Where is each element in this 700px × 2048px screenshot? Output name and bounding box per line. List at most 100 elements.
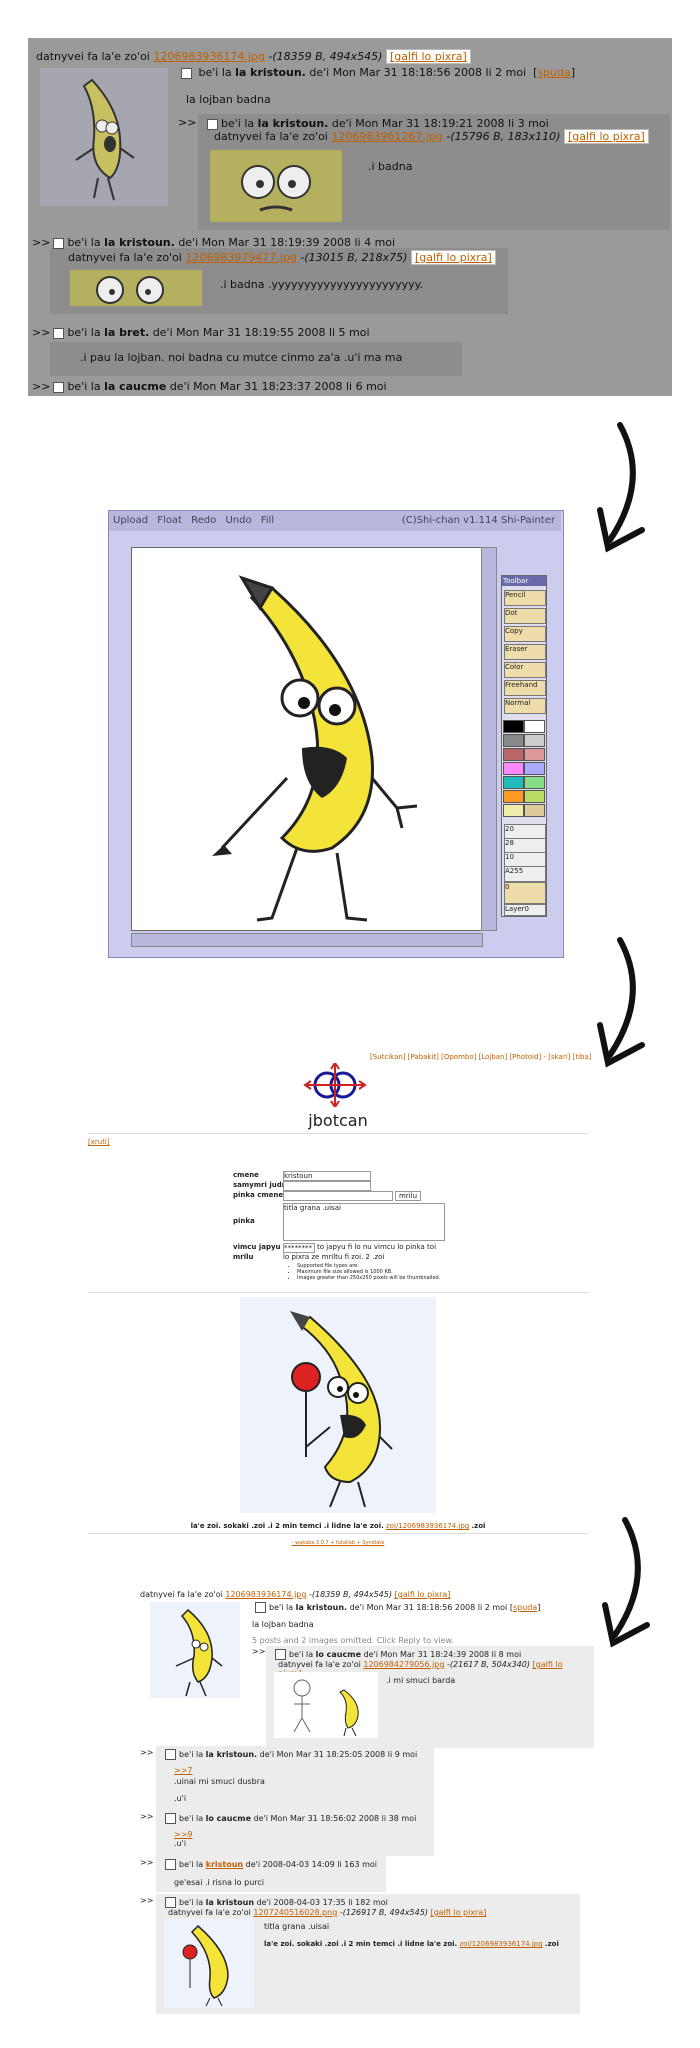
comment-field[interactable]: titla grana .uisai xyxy=(283,1203,445,1241)
copy-tool[interactable]: Copy xyxy=(504,626,546,642)
color-swatch[interactable] xyxy=(503,734,524,747)
reply-arrow: >> xyxy=(140,1812,154,1821)
t2-reply-1-thumbnail[interactable] xyxy=(274,1672,378,1738)
color-swatch[interactable] xyxy=(524,776,545,789)
op2-google-link[interactable]: [galfi lo pixra] xyxy=(395,1590,451,1599)
divider xyxy=(88,1292,588,1293)
horizontal-scrollbar[interactable] xyxy=(131,933,483,947)
t2-reply-5-checkbox[interactable] xyxy=(165,1897,176,1908)
eraser-tool[interactable]: Eraser xyxy=(504,644,546,660)
arrow-down-icon xyxy=(597,937,645,1068)
subject-field[interactable] xyxy=(283,1191,393,1201)
op-thumbnail[interactable] xyxy=(40,68,168,206)
op-file-link[interactable]: 1206983936174.jpg xyxy=(153,50,265,63)
upload-button[interactable]: Upload xyxy=(113,515,148,526)
pencil-tool[interactable]: Pencil xyxy=(504,590,546,606)
color-swatch[interactable] xyxy=(503,748,524,761)
op-google-link[interactable]: [galfi lo pixra] xyxy=(385,49,471,64)
arrow-down-icon xyxy=(602,1517,650,1648)
t2-reply-1-checkbox[interactable] xyxy=(275,1649,286,1660)
t2-reply-2: be'i la la kristoun. de'i Mon Mar 31 18:… xyxy=(156,1746,434,1812)
reply-2-text: .i badna .yyyyyyyyyyyyyyyyyyyyyyy. xyxy=(220,278,424,291)
t2-reply-5-caption-link[interactable]: zoi/1206983936174.jpg xyxy=(459,1940,542,1948)
color-swatch[interactable] xyxy=(503,776,524,789)
op-checkbox[interactable] xyxy=(181,67,192,79)
color-swatch[interactable] xyxy=(503,762,524,775)
color-swatch[interactable] xyxy=(524,804,545,817)
color-tool[interactable]: Color xyxy=(504,662,546,678)
reply-2-file-link[interactable]: 1206983979477.jpg xyxy=(185,251,297,264)
op2-thumbnail[interactable] xyxy=(150,1602,240,1698)
banana-face-image xyxy=(241,165,311,212)
t2-reply-4-name-link[interactable]: kristoun xyxy=(206,1860,243,1869)
email-field[interactable] xyxy=(283,1181,371,1191)
reply-1-file-link[interactable]: 1206983961267.jpg xyxy=(331,130,443,143)
thread-screenshot-2: datnyvei fa la'e zo'oi 1206983936174.jpg… xyxy=(140,1590,600,2014)
t2-reply-3: be'i la lo caucme de'i Mon Mar 31 18:56:… xyxy=(156,1810,434,1856)
t2-reply-5-google-link[interactable]: [galfi lo pixra] xyxy=(430,1908,486,1917)
color-swatch[interactable] xyxy=(524,762,545,775)
reply-1-checkbox[interactable] xyxy=(207,118,218,130)
name-field[interactable]: kristoun xyxy=(283,1171,371,1181)
toolbar-title: Toolbar xyxy=(502,576,546,586)
post-form: cmene kristoun samymri judri pinka cmene… xyxy=(233,1171,453,1281)
color-swatch[interactable] xyxy=(524,720,545,733)
reply-2-checkbox[interactable] xyxy=(53,237,65,249)
undo-button[interactable]: Undo xyxy=(225,515,251,526)
color-swatch[interactable] xyxy=(524,790,545,803)
banana-with-balloon-image xyxy=(290,1311,393,1508)
t2-reply-4-checkbox[interactable] xyxy=(165,1859,176,1870)
vertical-scrollbar[interactable] xyxy=(481,547,497,931)
email-label: samymri judri xyxy=(233,1181,288,1189)
t2-reply-5-thumbnail[interactable] xyxy=(164,1918,254,2008)
op2-checkbox[interactable] xyxy=(255,1602,266,1613)
reply-4-checkbox[interactable] xyxy=(53,381,65,393)
submit-button[interactable]: mrilu xyxy=(395,1191,422,1201)
fill-button[interactable]: Fill xyxy=(261,515,274,526)
caption-link[interactable]: zoi/1206983936174.jpg xyxy=(386,1522,469,1530)
op-header: be'i la la kristoun. de'i Mon Mar 31 18:… xyxy=(178,66,575,79)
op2-file-line: datnyvei fa la'e zo'oi 1206983936174.jpg… xyxy=(140,1590,451,1599)
t2-reply-2-checkbox[interactable] xyxy=(165,1749,176,1760)
color-swatch[interactable] xyxy=(503,720,524,733)
banana-drawing xyxy=(212,575,418,922)
color-swatch[interactable] xyxy=(524,748,545,761)
drawing-canvas[interactable] xyxy=(131,547,483,931)
tool-palette: Toolbar Pencil Dot Copy Eraser Color Fre… xyxy=(501,575,547,917)
shi-credit: (C)Shi-chan v1.114 Shi-Painter xyxy=(401,515,555,526)
dot-tool[interactable]: Dot xyxy=(504,608,546,624)
t2-reply-1-file-link[interactable]: 1206984279056.jpg xyxy=(363,1660,444,1669)
slider-5[interactable]: 0 xyxy=(504,882,546,904)
password-field[interactable]: ******** xyxy=(283,1243,315,1253)
freehand-tool[interactable]: Freehand xyxy=(504,680,546,696)
back-link[interactable]: [xruti] xyxy=(88,1138,110,1146)
reply-2-thumbnail[interactable] xyxy=(70,270,202,306)
top-links[interactable]: [Sutcikan] [Pabakit] [Opombo] [Lojban] [… xyxy=(370,1053,592,1061)
op-reply-link[interactable]: spuda xyxy=(537,66,570,79)
t2-reply-3-quote[interactable]: >>9 xyxy=(174,1830,428,1839)
normal-tool[interactable]: Normal xyxy=(504,698,546,714)
t2-reply-2-quote[interactable]: >>7 xyxy=(174,1766,428,1775)
t2-reply-5-file-link[interactable]: 1207240516028.png xyxy=(253,1908,337,1917)
float-button[interactable]: Float xyxy=(157,515,182,526)
reply-1-thumbnail[interactable] xyxy=(210,150,342,222)
reply-2-google-link[interactable]: [galfi lo pixra] xyxy=(410,250,496,265)
t2-reply-3-header: be'i la lo caucme de'i Mon Mar 31 18:56:… xyxy=(162,1813,428,1824)
t2-reply-5-caption: la'e zoi. sokaki .zoi .i 2 min temci .i … xyxy=(264,1940,559,1948)
layer-selector[interactable]: Layer0 xyxy=(504,904,546,916)
alpha-slider[interactable]: A255 xyxy=(504,866,546,882)
op-text: la lojban badna xyxy=(186,93,271,106)
reply-arrow: >> xyxy=(252,1647,266,1656)
color-swatch[interactable] xyxy=(503,804,524,817)
op2-reply-link[interactable]: spuda xyxy=(513,1603,537,1612)
color-swatch[interactable] xyxy=(503,790,524,803)
reply-1-google-link[interactable]: [galfi lo pixra] xyxy=(563,129,649,144)
footer-links[interactable]: - wakaba 3.0.7 + futallab + Syndiate xyxy=(0,1540,676,1546)
op2-file-link[interactable]: 1206983936174.jpg xyxy=(225,1590,306,1599)
color-swatch[interactable] xyxy=(524,734,545,747)
password-label: vimcu japyu xyxy=(233,1243,281,1251)
posted-image[interactable] xyxy=(240,1297,436,1513)
t2-reply-3-checkbox[interactable] xyxy=(165,1813,176,1824)
redo-button[interactable]: Redo xyxy=(191,515,216,526)
reply-3-checkbox[interactable] xyxy=(53,327,65,339)
